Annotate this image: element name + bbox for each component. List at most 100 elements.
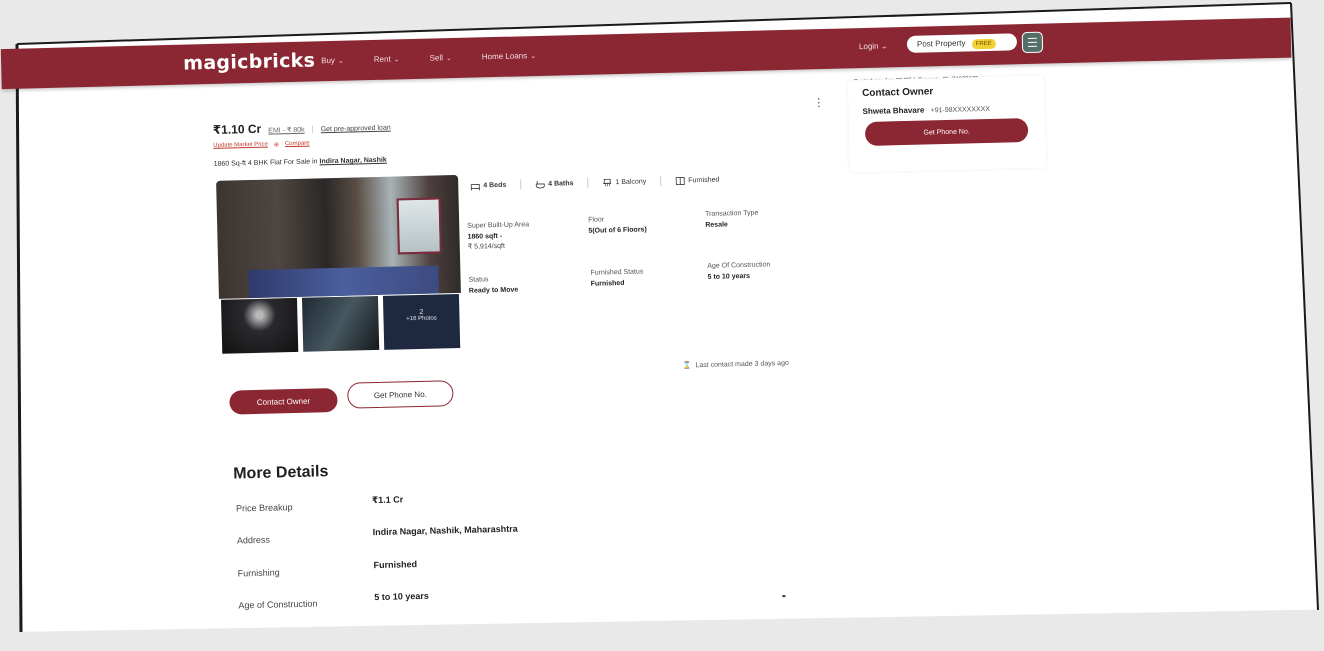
spec-balcony: 1 Balcony xyxy=(602,177,646,187)
info-transaction-type: Transaction Type Resale xyxy=(705,210,759,229)
owner-phone: +91-98XXXXXXXX xyxy=(931,106,990,114)
nav-sell-label: Sell xyxy=(429,53,443,62)
get-phone-button[interactable]: Get Phone No. xyxy=(347,380,454,409)
chevron-down-icon: ⌄ xyxy=(446,55,452,62)
furnished-icon xyxy=(675,176,685,185)
owner-name-text: Shweta Bhavare xyxy=(862,106,924,117)
update-market-price-link[interactable]: Update Market Price xyxy=(213,142,268,150)
main-nav: Buy⌄ Rent⌄ Sell⌄ Home Loans⌄ xyxy=(321,51,536,65)
compare-link[interactable]: Compare xyxy=(285,141,310,149)
top-nav-bar: magicbricks Buy⌄ Rent⌄ Sell⌄ Home Loans⌄… xyxy=(1,18,1292,90)
info-label: Age Of Construction xyxy=(707,261,770,270)
photo-thumbnail[interactable] xyxy=(302,296,379,352)
nav-home-loans[interactable]: Home Loans⌄ xyxy=(482,51,536,61)
hamburger-menu-icon[interactable] xyxy=(1022,32,1044,54)
info-label: Status xyxy=(468,276,488,283)
location-link[interactable]: Indira Nagar, Nashik xyxy=(319,157,386,166)
spec-baths-label: 4 Baths xyxy=(548,180,573,188)
pre-approved-loan-link[interactable]: Get pre-approved loan xyxy=(321,125,391,134)
listing-title: 1860 Sq-ft 4 BHK Flat For Sale in Indira… xyxy=(214,157,387,168)
magicbricks-logo[interactable]: magicbricks xyxy=(183,49,315,74)
emi-link[interactable]: EMI - ₹ 80k xyxy=(268,126,305,135)
divider xyxy=(587,178,588,188)
divider xyxy=(660,176,661,186)
detail-label-furnishing: Furnishing xyxy=(238,567,280,578)
more-options-icon[interactable]: ⋮ xyxy=(813,96,824,109)
spec-balcony-label: 1 Balcony xyxy=(615,178,646,186)
divider xyxy=(520,179,521,189)
chevron-down-icon: ⌄ xyxy=(394,56,400,63)
bath-icon xyxy=(535,179,545,188)
login-label: Login xyxy=(859,42,879,51)
detail-value-address: Indira Nagar, Nashik, Maharashtra xyxy=(373,524,518,538)
nav-home-loans-label: Home Loans xyxy=(482,51,528,61)
cursor-dot xyxy=(782,595,785,597)
info-value: 5(Out of 6 Floors) xyxy=(588,226,646,234)
detail-value-furnishing: Furnished xyxy=(373,559,417,570)
last-contact-text: Last contact made 3 days ago xyxy=(695,359,789,368)
info-value: Resale xyxy=(705,221,758,229)
info-value: Furnished xyxy=(591,279,644,287)
price-row: ₹1.10 Cr EMI - ₹ 80k | Get pre-approved … xyxy=(213,119,391,137)
owner-card-title: Contact Owner xyxy=(862,86,933,99)
info-floor: Floor 5(Out of 6 Floors) xyxy=(588,215,647,234)
login-link[interactable]: Login ⌄ xyxy=(859,41,888,51)
price: ₹1.10 Cr xyxy=(213,122,262,137)
contact-owner-button[interactable]: Contact Owner xyxy=(229,388,338,415)
info-price-per-sqft: ₹ 5,914/sqft xyxy=(468,241,530,251)
main-photo[interactable] xyxy=(216,175,461,299)
spec-beds-label: 4 Beds xyxy=(483,181,506,189)
nav-rent[interactable]: Rent⌄ xyxy=(374,54,400,64)
balcony-icon xyxy=(602,178,612,187)
free-badge: FREE xyxy=(972,39,996,50)
spec-row: 4 Beds 4 Baths 1 Balcony Furnished xyxy=(470,175,719,191)
info-furnished-status: Furnished Status Furnished xyxy=(590,268,643,287)
spec-baths: 4 Baths xyxy=(535,179,574,189)
spec-furnished-label: Furnished xyxy=(688,176,719,184)
last-contact: ⌛ Last contact made 3 days ago xyxy=(683,359,789,370)
photo-window xyxy=(397,197,442,254)
divider: | xyxy=(311,124,313,133)
info-value: 1860 sqft - xyxy=(467,232,529,241)
nav-buy-label: Buy xyxy=(321,56,335,65)
hourglass-icon: ⌛ xyxy=(683,361,692,369)
more-photos-thumbnail[interactable]: 2 +16 Photos xyxy=(383,294,460,350)
info-label: Super Built-Up Area xyxy=(467,221,529,230)
info-value: Ready to Move xyxy=(469,287,519,295)
owner-name: Shweta Bhavare +91-98XXXXXXXX xyxy=(862,104,990,116)
photo-thumbnail[interactable] xyxy=(221,298,298,354)
compare-icon: ⊕ xyxy=(274,141,279,148)
nav-buy[interactable]: Buy⌄ xyxy=(321,56,344,66)
listing-title-text: 1860 Sq-ft 4 BHK Flat For Sale in xyxy=(214,158,318,168)
menu-line xyxy=(1028,46,1037,47)
info-value: 5 to 10 years xyxy=(707,272,770,281)
spec-beds: 4 Beds xyxy=(470,180,506,190)
post-property-label: Post Property xyxy=(917,39,966,49)
detail-label-age: Age of Construction xyxy=(238,599,317,611)
info-label: Floor xyxy=(588,216,604,223)
nav-rent-label: Rent xyxy=(374,55,391,64)
menu-line xyxy=(1028,38,1037,39)
info-label: Transaction Type xyxy=(705,210,758,218)
more-photos-label: +16 Photos xyxy=(383,315,459,323)
info-age-of-construction: Age Of Construction 5 to 10 years xyxy=(707,261,770,281)
detail-value-age: 5 to 10 years xyxy=(374,591,429,602)
chevron-down-icon: ⌄ xyxy=(530,53,536,60)
contact-owner-card: Contact Owner Shweta Bhavare +91-98XXXXX… xyxy=(848,76,1046,173)
info-super-area: Super Built-Up Area 1860 sqft - ₹ 5,914/… xyxy=(467,221,530,251)
post-property-button[interactable]: Post Property FREE xyxy=(907,33,1017,53)
detail-value-price-breakup: ₹1.1 Cr xyxy=(372,494,404,506)
spec-furnished: Furnished xyxy=(675,175,719,185)
menu-line xyxy=(1028,42,1037,43)
bed-icon xyxy=(470,181,480,190)
photo-bed xyxy=(248,265,439,298)
market-row: Update Market Price ⊕ Compare xyxy=(213,141,310,150)
chevron-down-icon: ⌄ xyxy=(338,58,344,65)
owner-get-phone-button[interactable]: Get Phone No. xyxy=(865,118,1029,146)
info-label: Furnished Status xyxy=(590,268,643,276)
webpage: magicbricks Buy⌄ Rent⌄ Sell⌄ Home Loans⌄… xyxy=(0,0,1324,651)
nav-sell[interactable]: Sell⌄ xyxy=(429,53,451,63)
more-details-title: More Details xyxy=(233,463,329,483)
detail-label-address: Address xyxy=(237,535,270,546)
detail-label-price-breakup: Price Breakup xyxy=(236,502,293,513)
